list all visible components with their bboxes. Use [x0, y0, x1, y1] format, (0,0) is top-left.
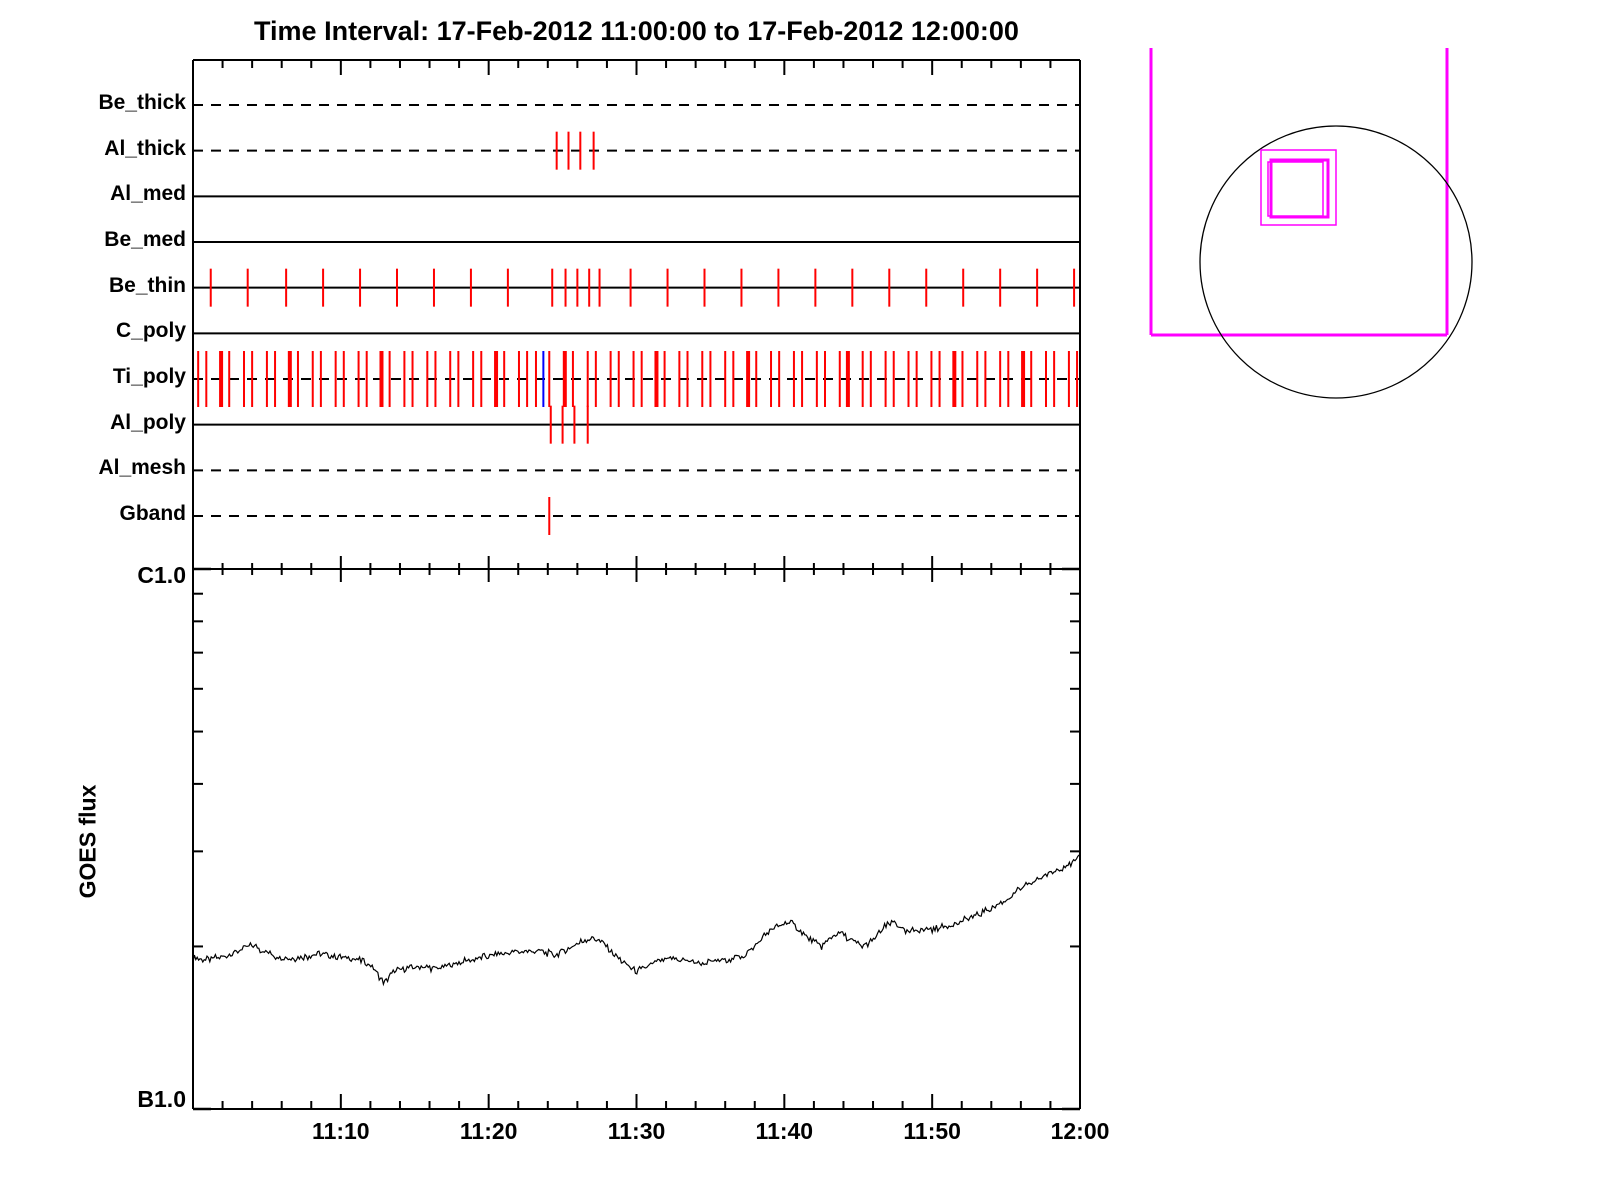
channel-label-gband: Gband [119, 502, 187, 525]
chart-title: Time Interval: 17-Feb-2012 11:00:00 to 1… [254, 16, 1019, 46]
y-tick-label-c1: C1.0 [137, 562, 186, 588]
plot-root: Time Interval: 17-Feb-2012 11:00:00 to 1… [0, 0, 1600, 1200]
goes-flux-axis-label: GOES flux [74, 784, 101, 899]
channel-label-al_med: Al_med [110, 182, 186, 206]
x-tick-label-1140: 11:40 [755, 1118, 814, 1144]
y-tick-label-b1: B1.0 [137, 1086, 186, 1112]
channel-label-al_thick: Al_thick [104, 136, 186, 160]
channel-label-c_poly: C_poly [115, 319, 186, 343]
x-tick-label-1130: 11:30 [607, 1118, 666, 1144]
fov-square-inner [1269, 158, 1330, 219]
goes-flux-curve [192, 854, 1080, 987]
channel-label-al_poly: Al_poly [110, 410, 186, 434]
channel-row-gband [193, 497, 1080, 535]
x-tick-label-1110: 11:10 [312, 1118, 370, 1144]
fov-square-inner2 [1267, 161, 1324, 217]
plot-graphics [192, 48, 1473, 1111]
channel-label-be_med: Be_med [104, 228, 186, 251]
x-tick-label-1200: 12:00 [1050, 1118, 1110, 1144]
time-axis-ticks [221, 60, 1052, 1109]
channel-row-al_thick [193, 131, 1080, 170]
panel-borders [192, 59, 1081, 1110]
channel-label-ti_poly: Ti_poly [112, 365, 186, 388]
x-tick-label-1120: 11:20 [459, 1118, 518, 1144]
channel-label-al_mesh: Al_mesh [98, 456, 186, 480]
goes-log-ticks [193, 567, 1080, 1111]
channel-row-al_poly [193, 405, 1080, 444]
x-tick-label-1150: 11:50 [903, 1118, 961, 1144]
channel-row-ti_poly [193, 351, 1080, 407]
fov-inset [1149, 48, 1473, 399]
channel-label-be_thin: Be_thin [108, 273, 186, 297]
channel-label-be_thick: Be_thick [98, 91, 186, 114]
channel-row-be_thin [193, 268, 1080, 307]
